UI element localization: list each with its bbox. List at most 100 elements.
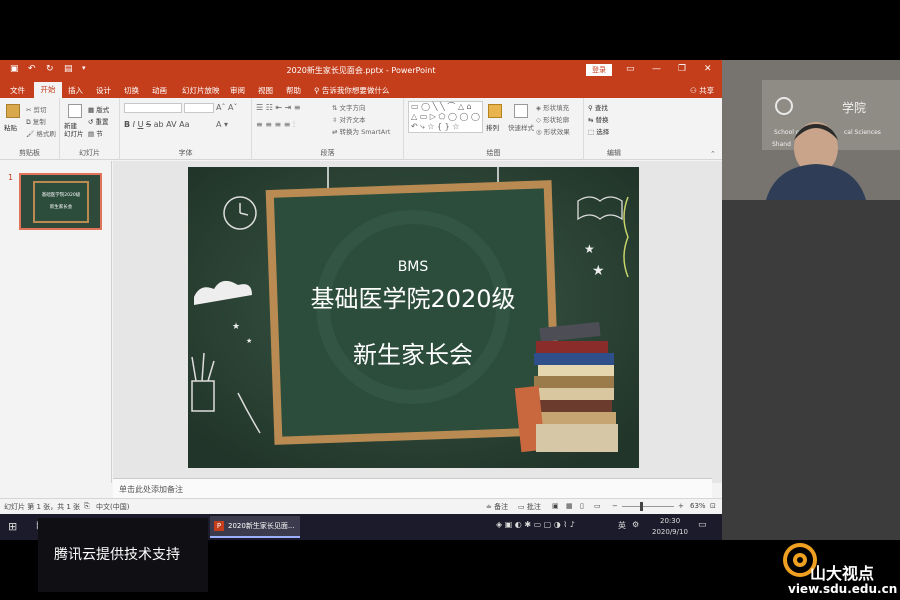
align-buttons[interactable]: ≡ ≡ ≡ ≡ ⫶ — [256, 120, 295, 130]
shape-effects-button[interactable]: ◎ 形状效果 — [536, 126, 570, 136]
group-font: Aˆ Aˇ B I U S ab AV Aa A ▾ 字体 — [120, 98, 252, 160]
new-slide-icon[interactable] — [68, 104, 82, 118]
format-painter-label: 格式刷 — [36, 130, 56, 138]
logo: 山大视点 view.sdu.edu.cn — [780, 540, 900, 600]
text-direction-button[interactable]: ⇅ 文字方向 — [332, 102, 366, 112]
minimize-icon[interactable]: — — [652, 64, 661, 74]
speaker-video-frame: 学院 School of cal Sciences Shand y — [722, 60, 900, 200]
font-format-buttons[interactable]: B I U S ab AV Aa — [124, 120, 189, 129]
smartart-label: 转换为 SmartArt — [339, 128, 391, 136]
slide-title-line2: 新生家长会 — [353, 341, 473, 369]
reading-view-icon[interactable]: ▯ — [580, 502, 584, 510]
arrange-icon[interactable] — [488, 104, 502, 118]
tab-review[interactable]: 审阅 — [230, 85, 245, 96]
windows-start-icon[interactable]: ⊞ — [8, 520, 17, 533]
tab-home[interactable]: 开始 — [34, 82, 62, 98]
select-button[interactable]: ⬚ 选择 — [588, 126, 609, 136]
notes-toggle-label: 备注 — [494, 503, 509, 511]
group-drawing: ▭ ◯ ╲ ╲ ⌒ △ ⌂ △ ▭ ▷ ⬠ ◯ ◯ ◯ ↶ ⤷ ☆ { } ☆ … — [404, 98, 584, 160]
star-doodle: ★ — [246, 337, 252, 345]
quick-styles-icon[interactable] — [514, 104, 528, 118]
tab-view[interactable]: 视图 — [258, 85, 273, 96]
cut-button[interactable]: ✂ 剪切 — [26, 104, 47, 114]
tab-help[interactable]: 帮助 — [286, 85, 301, 96]
tab-slideshow[interactable]: 幻灯片放映 — [182, 85, 220, 96]
clock-time[interactable]: 20:30 — [660, 517, 680, 525]
layout-button[interactable]: ▦ 版式 — [88, 104, 109, 114]
slide-edit-area: ★ ★ ★ ★ BMS 基础医学院2020级 新生家长会 — [113, 161, 722, 483]
close-icon[interactable]: ✕ — [704, 64, 712, 74]
tab-transitions[interactable]: 切换 — [124, 85, 139, 96]
group-clipboard: 粘贴 ✂ 剪切 ⧉ 复制 🖌 格式刷 剪贴板 — [0, 98, 60, 160]
notification-icon[interactable]: ▭ — [698, 520, 707, 530]
notes-pane[interactable]: 单击此处添加备注 — [113, 478, 712, 498]
section-button[interactable]: ▤ 节 — [88, 128, 103, 138]
tab-file[interactable]: 文件 — [10, 85, 25, 96]
zoom-slider[interactable] — [622, 506, 674, 507]
restore-icon[interactable]: ❐ — [678, 64, 686, 74]
taskbar-powerpoint-task[interactable]: P 2020新生家长见面... — [210, 516, 300, 538]
group-label-font: 字体 — [178, 149, 193, 157]
tell-me-search[interactable]: ⚲ 告诉我你想要做什么 — [314, 85, 389, 96]
find-button[interactable]: ⚲ 查找 — [588, 102, 608, 112]
ribbon-display-icon[interactable]: ▭ — [626, 64, 635, 74]
tab-design[interactable]: 设计 — [96, 85, 111, 96]
tab-animations[interactable]: 动画 — [152, 85, 167, 96]
lightbulb-icon: ⚲ — [314, 86, 322, 95]
reset-button[interactable]: ↺ 重置 — [88, 116, 109, 126]
tray-app-icon[interactable]: ⚙ — [632, 520, 639, 529]
group-label-paragraph: 段落 — [320, 149, 335, 157]
slide-canvas[interactable]: ★ ★ ★ ★ BMS 基础医学院2020级 新生家长会 — [188, 167, 639, 468]
zoom-level[interactable]: 63% — [690, 502, 706, 510]
slideshow-view-icon[interactable]: ▭ — [594, 502, 601, 510]
select-label: 选择 — [596, 128, 610, 136]
thumbnail-board: 基础医学院2020级 新生家长会 — [33, 181, 89, 223]
paste-button[interactable]: 粘贴 — [4, 122, 17, 132]
font-color-icon[interactable]: A ▾ — [216, 120, 228, 129]
shapes-gallery[interactable]: ▭ ◯ ╲ ╲ ⌒ △ ⌂ △ ▭ ▷ ⬠ ◯ ◯ ◯ ↶ ⤷ ☆ { } ☆ — [408, 101, 483, 133]
align-text-button[interactable]: ⇳ 对齐文本 — [332, 114, 366, 124]
copy-button[interactable]: ⧉ 复制 — [26, 116, 46, 127]
collapse-ribbon-icon[interactable]: ⌃ — [710, 150, 716, 158]
shape-fill-button[interactable]: ◈ 形状填充 — [536, 102, 569, 112]
share-label: 共享 — [699, 86, 715, 95]
share-button[interactable]: ⚇ 共享 — [690, 85, 714, 96]
zoom-in-icon[interactable]: + — [678, 502, 684, 510]
person-icon: ⚇ — [690, 86, 700, 95]
format-painter-button[interactable]: 🖌 格式刷 — [26, 128, 56, 138]
normal-view-icon[interactable]: ▣ — [552, 502, 559, 510]
arrange-button[interactable]: 排列 — [486, 122, 499, 132]
group-slides: 新建 幻灯片 ▦ 版式 ↺ 重置 ▤ 节 幻灯片 — [60, 98, 120, 160]
new-slide-button[interactable]: 新建 幻灯片 — [64, 122, 84, 138]
reset-label: 重置 — [95, 118, 109, 126]
tab-insert[interactable]: 插入 — [68, 85, 83, 96]
list-buttons[interactable]: ☰ ☷ ⇤ ⇥ ≡ — [256, 103, 301, 112]
powerpoint-window: ▣ ↶ ↻ ▤ ▾ 2020新生家长见面会.pptx - PowerPoint … — [0, 60, 722, 514]
font-size-field[interactable] — [184, 103, 214, 113]
zoom-out-icon[interactable]: − — [612, 502, 618, 510]
spellcheck-icon[interactable]: ⎘ — [84, 502, 90, 511]
sorter-view-icon[interactable]: ▦ — [566, 502, 573, 510]
comments-toggle[interactable]: ▭ 批注 — [518, 502, 541, 512]
slide-thumbnail[interactable]: 基础医学院2020级 新生家长会 — [19, 173, 102, 230]
shape-outline-button[interactable]: ◇ 形状轮廓 — [536, 114, 569, 124]
fit-slide-icon[interactable]: ⊡ — [710, 502, 716, 510]
align-text-label: 对齐文本 — [339, 116, 366, 124]
ime-indicator[interactable]: 英 — [618, 520, 626, 531]
group-editing: ⚲ 查找 ⇆ 替换 ⬚ 选择 编辑 — [584, 98, 644, 160]
replace-button[interactable]: ⇆ 替换 — [588, 114, 609, 124]
paste-icon[interactable] — [6, 104, 20, 118]
slide-brand: BMS — [398, 259, 429, 275]
smartart-button[interactable]: ⇄ 转换为 SmartArt — [332, 126, 390, 136]
clock-date[interactable]: 2020/9/10 — [652, 528, 688, 536]
notes-toggle[interactable]: ≐ 备注 — [486, 502, 508, 512]
tray-icons[interactable]: ◈ ▣ ◐ ✱ ▭ ▢ ◑ ⌇ ♪ — [496, 520, 575, 529]
quick-styles-button[interactable]: 快速样式 — [508, 122, 534, 132]
font-grow-shrink-icon[interactable]: Aˆ Aˇ — [216, 103, 238, 112]
language-status[interactable]: 中文(中国) — [96, 502, 129, 512]
login-button[interactable]: 登录 — [586, 64, 612, 76]
font-name-field[interactable] — [124, 103, 182, 113]
shape-fill-label: 形状填充 — [543, 104, 570, 112]
notes-placeholder: 单击此处添加备注 — [119, 485, 183, 494]
zoom-thumb[interactable] — [640, 502, 643, 511]
